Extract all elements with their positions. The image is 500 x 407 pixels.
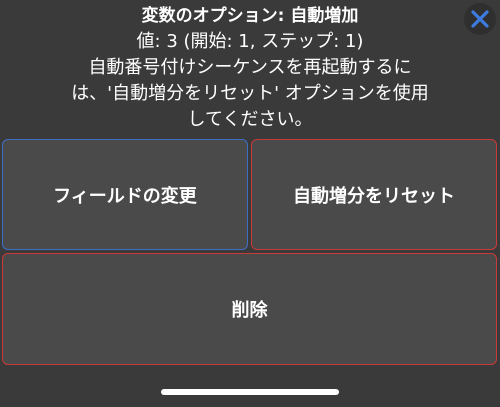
- change-field-label: フィールドの変更: [53, 185, 197, 207]
- delete-label: 削除: [231, 300, 268, 321]
- reset-increment-button[interactable]: 自動増分をリセット: [251, 139, 497, 250]
- close-icon: [471, 10, 489, 28]
- change-field-button[interactable]: フィールドの変更: [2, 139, 248, 250]
- message-line: してください。: [187, 109, 313, 130]
- message-line: は、'自動増分をリセット' オプションを使用: [71, 83, 429, 104]
- message-line-value: 値: 3 (開始: 1, ステップ: 1): [136, 31, 364, 52]
- variable-options-dialog: 変数のオプション: 自動増加 値: 3 (開始: 1, ステップ: 1) 自動番…: [0, 0, 500, 407]
- message-line: 自動番号付けシーケンスを再起動するに: [88, 57, 412, 78]
- reset-increment-label: 自動増分をリセット: [293, 185, 455, 207]
- delete-button[interactable]: 削除: [2, 253, 497, 365]
- home-indicator[interactable]: [161, 389, 339, 395]
- dialog-message: 値: 3 (開始: 1, ステップ: 1) 自動番号付けシーケンスを再起動するに…: [20, 29, 480, 133]
- dialog-title: 変数のオプション: 自動増加: [141, 6, 359, 26]
